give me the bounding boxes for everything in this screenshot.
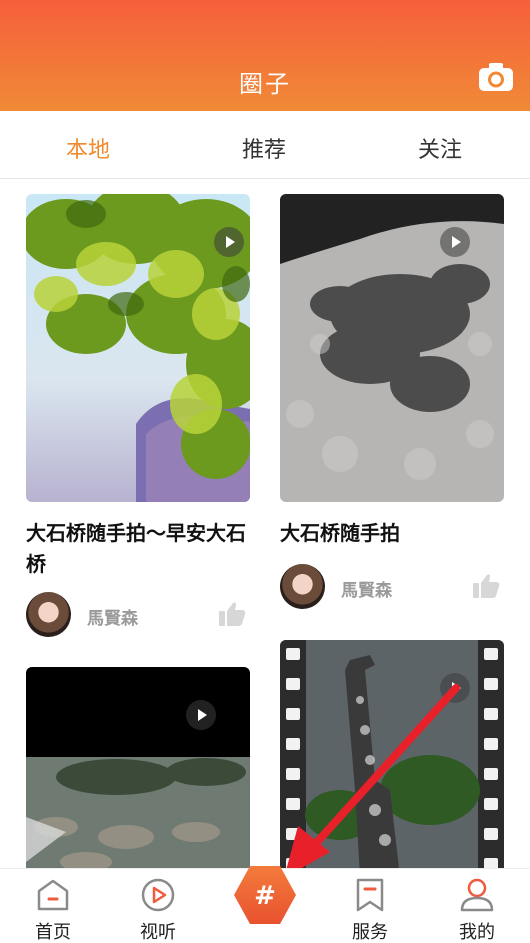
user-icon <box>460 878 494 912</box>
page-title: 圈子 <box>239 70 291 98</box>
app-header: 圈子 <box>0 0 530 111</box>
tab-recommend[interactable]: 推荐 <box>242 132 286 164</box>
post-thumbnail[interactable] <box>280 640 504 877</box>
water-photo <box>26 757 250 877</box>
play-icon <box>186 700 216 730</box>
tab-local[interactable]: 本地 <box>66 132 110 164</box>
hashtag-icon: # <box>254 881 276 911</box>
post-title[interactable]: 大石桥随手拍 <box>280 518 504 549</box>
camera-icon[interactable] <box>478 62 514 92</box>
thumbs-up-icon[interactable] <box>472 573 500 599</box>
giraffe-photo <box>280 640 504 877</box>
post-thumbnail[interactable] <box>26 194 250 502</box>
post-thumbnail[interactable] <box>280 194 504 502</box>
post-thumbnail[interactable] <box>26 667 250 877</box>
post-title[interactable]: 大石桥随手拍～早安大石桥 <box>26 518 250 580</box>
avatar[interactable] <box>26 592 71 637</box>
nav-home[interactable]: 首页 <box>13 869 93 943</box>
play-icon <box>440 227 470 257</box>
tab-bar: 本地 推荐 关注 <box>0 111 530 179</box>
nav-media[interactable]: 视听 <box>118 869 198 943</box>
avatar[interactable] <box>280 564 325 609</box>
author-name[interactable]: 馬賢森 <box>341 576 392 601</box>
author-name[interactable]: 馬賢森 <box>87 604 138 629</box>
shadow-pavement-photo <box>280 194 504 480</box>
nav-mine[interactable]: 我的 <box>437 869 517 943</box>
nav-services[interactable]: 服务 <box>330 869 410 943</box>
play-icon <box>440 673 470 703</box>
nav-label: 服务 <box>352 922 388 943</box>
play-circle-icon <box>141 878 175 912</box>
post-hashtag-button[interactable]: # <box>230 860 300 930</box>
tab-follow[interactable]: 关注 <box>418 132 462 164</box>
thumbs-up-icon[interactable] <box>218 601 246 627</box>
nav-label: 我的 <box>459 922 495 943</box>
bookmark-icon <box>356 878 384 912</box>
play-icon <box>214 227 244 257</box>
nav-label: 首页 <box>35 922 71 943</box>
home-icon <box>37 879 69 911</box>
nav-label: 视听 <box>140 922 176 943</box>
